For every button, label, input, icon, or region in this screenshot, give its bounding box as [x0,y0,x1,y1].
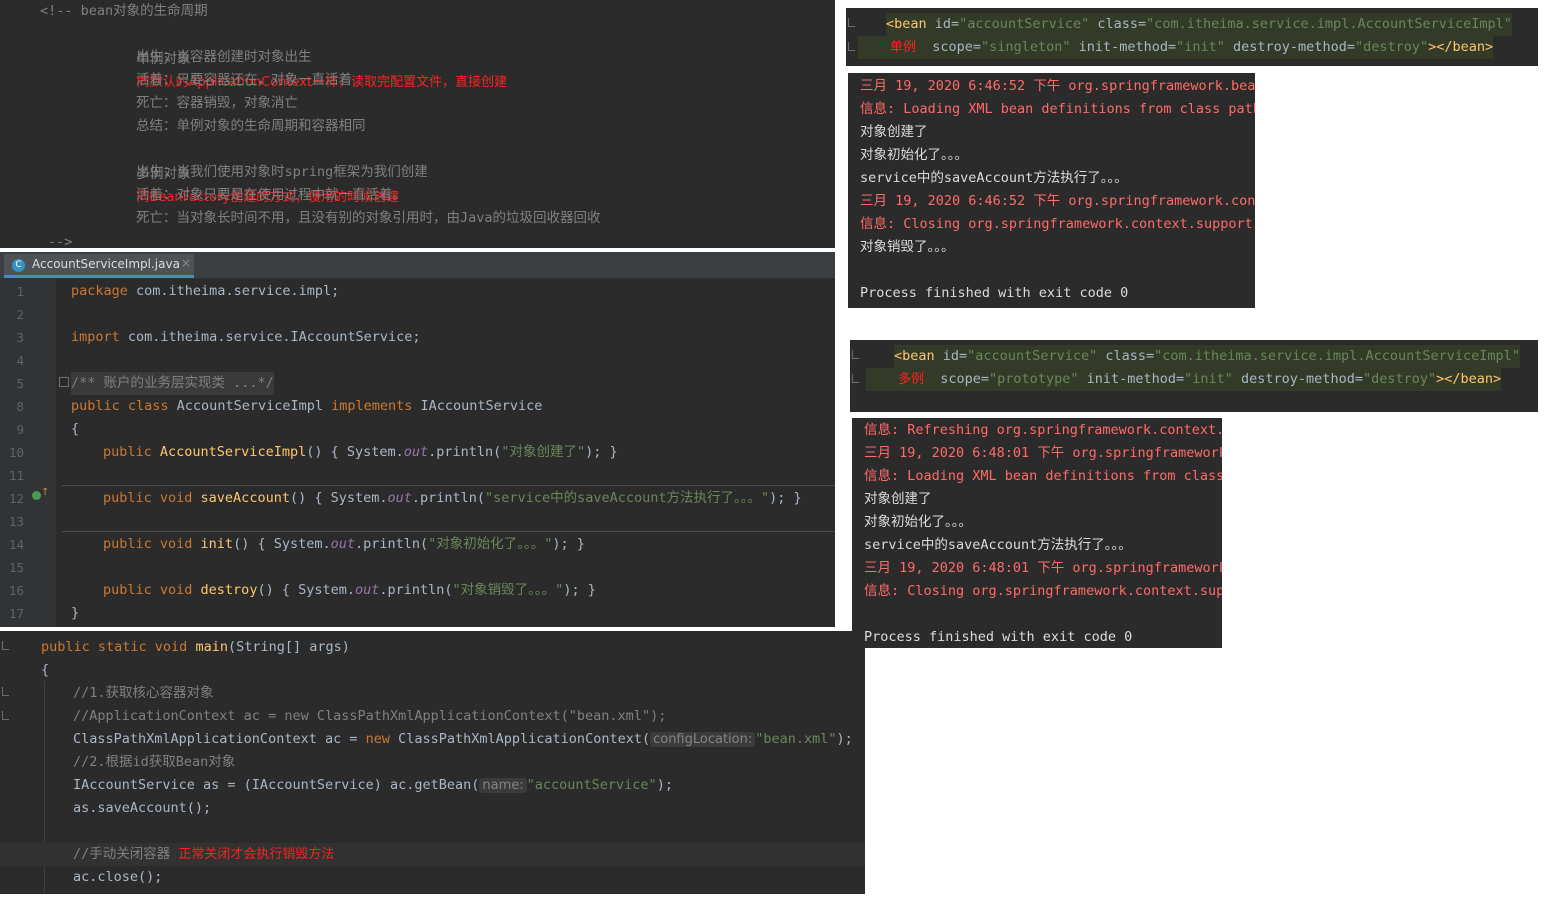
prototype-xml-panel: <bean id="accountService" class="com.ith… [850,340,1538,412]
comment-open: <!-- bean对象的生命周期 [40,3,208,19]
console-line: 对象创建了 [860,124,928,140]
fold-icon[interactable] [2,711,9,720]
code-line-doc-comment[interactable]: /** 账户的业务层实现类 ...*/ [71,372,274,395]
line-number: 5 [16,376,24,391]
lifecycle-comment-panel: <!-- bean对象的生命周期 单例对象 同默认的ApplicationCon… [0,0,835,248]
singleton-birth: 出生：当容器创建时对象出生 [136,49,312,65]
line-number: 11 [8,468,24,483]
line-number: 3 [16,330,24,345]
console-line: service中的saveAccount方法执行了。。。 [864,537,1132,553]
tab-close-icon[interactable]: × [181,256,191,270]
line-number: 8 [16,399,24,414]
editor-tab[interactable]: C AccountServiceImpl.java × [4,254,194,278]
line-number: 14 [8,537,24,552]
main-line-getbean: IAccountService as = (IAccountService) a… [73,777,673,793]
main-comment-2: //ApplicationContext ac = new ClassPathX… [73,708,667,724]
singleton-xml-line-2: 单例 scope="singleton" init-method="init" … [858,36,1494,59]
editor-panel: C AccountServiceImpl.java × 1 2 3 4 5 8 9 10 11 1… [0,252,835,627]
line-number: 17 [8,606,24,621]
line-number: 13 [8,514,24,529]
singleton-scope-label: 单例 [890,40,917,55]
class-file-icon: C [12,259,25,272]
code-line-destroy: public void destroy() { System.out.print… [103,582,596,598]
main-line-context: ClassPathXmlApplicationContext ac = new … [73,731,853,747]
line-number: 10 [8,445,24,460]
line-number: 2 [16,307,24,322]
console-line: 对象销毁了。。。 [860,239,955,255]
console-line: Process finished with exit code 0 [864,629,1133,645]
prototype-scope-label: 多例 [898,372,925,387]
code-line-constructor: public AccountServiceImpl() { System.out… [103,444,618,460]
console-line: service中的saveAccount方法执行了。。。 [860,170,1128,186]
singleton-death: 死亡：容器销毁，对象消亡 [136,95,298,111]
main-method-panel: public static void main(String[] args) {… [0,631,865,894]
line-number: 1 [16,284,24,299]
override-arrow-icon: ↑ [41,487,50,498]
singleton-console-panel: 三月 19, 2020 6:46:52 下午 org.springframewo… [848,73,1255,308]
singleton-xml-panel: <bean id="accountService" class="com.ith… [846,8,1538,66]
line-number: 9 [16,422,24,437]
console-line: 三月 19, 2020 6:46:52 下午 org.springframewo… [860,78,1255,94]
fold-icon[interactable] [59,377,69,387]
editor-gutter: 1 2 3 4 5 8 9 10 11 12 13 14 15 16 17 ↑ [0,279,69,627]
prototype-alive: 活着：对象只要是在使用过程中就一直活着。 [136,187,406,203]
main-line-close: ac.close(); [73,869,163,885]
line-number: 16 [8,583,24,598]
code-line-brace-open: { [71,421,80,437]
console-line: 信息: Refreshing org.springframework.conte… [864,422,1222,438]
main-brace-open: { [41,662,50,678]
method-separator [62,485,835,486]
fold-icon[interactable] [848,18,855,27]
line-number: 15 [8,560,24,575]
code-line-class: public class AccountServiceImpl implemen… [71,398,543,414]
console-line: 对象初始化了。。。 [864,514,972,530]
code-line-init: public void init() { System.out.println(… [103,536,585,552]
console-line: 信息: Closing org.springframework.context.… [860,216,1255,232]
main-comment-1: //1.获取核心容器对象 [73,685,214,701]
method-separator [62,531,835,532]
main-comment-close: //手动关闭容器 正常关闭才会执行销毁方法 [73,846,335,862]
comment-close: --> [48,234,73,248]
console-line: 三月 19, 2020 6:48:01 下午 org.springframewo… [864,445,1222,461]
prototype-death: 死亡：当对象长时间不用，且没有别的对象引用时，由Java的垃圾回收器回收 [136,210,601,226]
fold-icon[interactable] [852,350,859,359]
fold-icon[interactable] [852,374,859,383]
fold-icon[interactable] [2,687,9,696]
implements-marker-icon[interactable] [32,491,41,500]
tab-label: AccountServiceImpl.java [32,257,180,271]
close-note: 正常关闭才会执行销毁方法 [178,847,335,862]
main-line-save: as.saveAccount(); [73,800,212,816]
singleton-xml-line-1: <bean id="accountService" class="com.ith… [886,13,1512,36]
editor-tabbar: C AccountServiceImpl.java × [0,252,835,279]
console-line: 对象创建了 [864,491,932,507]
fold-icon[interactable] [848,42,855,51]
console-line: 信息: Loading XML bean definitions from cl… [864,468,1222,484]
console-line: Process finished with exit code 0 [860,285,1129,301]
prototype-xml-line-2: 多例 scope="prototype" init-method="init" … [866,368,1502,391]
singleton-alive: 活着：只要容器还在，对象一直活着 [136,72,352,88]
param-hint: name: [479,778,527,793]
prototype-xml-line-1: <bean id="accountService" class="com.ith… [894,345,1520,368]
param-hint: configLocation: [650,732,756,747]
prototype-row: 多例对象 同BeanFactory创建的方式，使用的时候创建 [104,140,400,205]
prototype-console-panel: 信息: Refreshing org.springframework.conte… [852,418,1222,648]
line-number: 4 [16,353,24,368]
console-line: 信息: Loading XML bean definitions from cl… [860,101,1255,117]
main-comment-3: //2.根据id获取Bean对象 [73,754,236,770]
console-line: 三月 19, 2020 6:46:52 下午 org.springframewo… [860,193,1255,209]
line-number: 12 [8,491,24,506]
console-line: 对象初始化了。。。 [860,147,968,163]
singleton-row: 单例对象 同默认的ApplicationContext一样，读取完配置文件，直接… [104,25,508,90]
code-line-brace-close: } [71,605,80,621]
console-line: 信息: Closing org.springframework.context.… [864,583,1222,599]
code-line-import: import com.itheima.service.IAccountServi… [71,329,421,345]
main-signature: public static void main(String[] args) [41,639,350,655]
console-line: 三月 19, 2020 6:48:01 下午 org.springframewo… [864,560,1222,576]
fold-icon[interactable] [2,641,9,650]
prototype-birth: 出生：当我们使用对象时spring框架为我们创建 [136,164,428,180]
singleton-summary: 总结：单例对象的生命周期和容器相同 [136,118,366,134]
code-line-save-account: public void saveAccount() { System.out.p… [103,490,802,506]
code-line-package: package com.itheima.service.impl; [71,283,340,299]
